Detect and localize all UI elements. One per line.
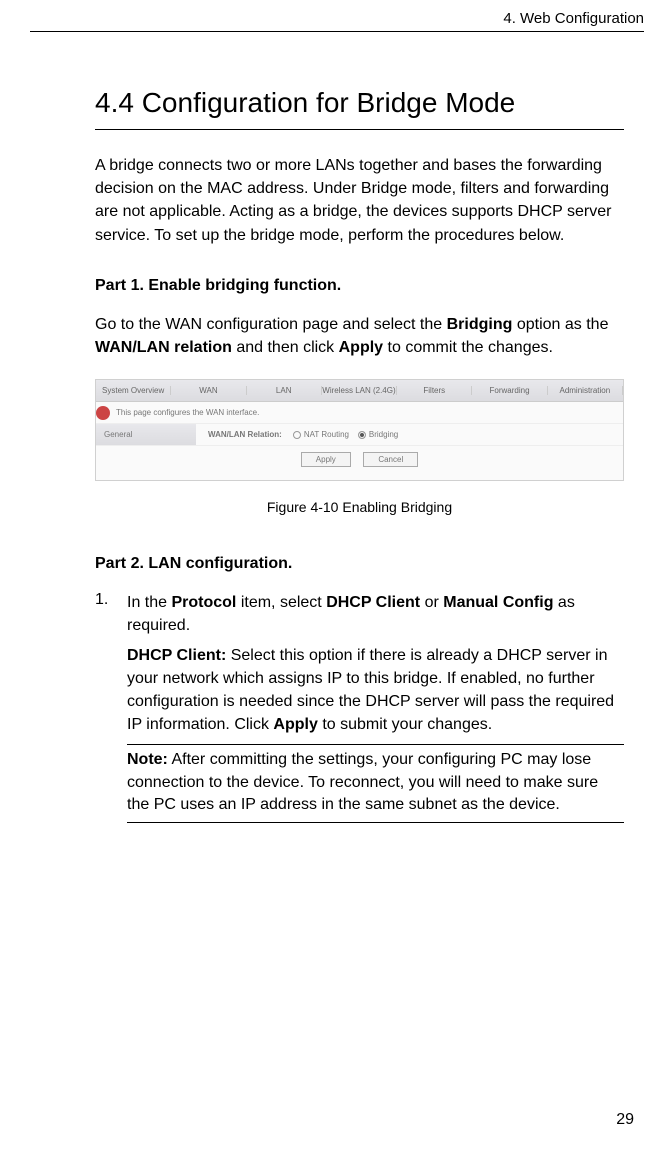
screenshot-desc-row: This page configures the WAN interface. xyxy=(96,402,623,424)
screenshot-row-label: General xyxy=(96,424,196,445)
screenshot-figure: System Overview WAN LAN Wireless LAN (2.… xyxy=(95,379,624,481)
radio-icon xyxy=(358,431,366,439)
list-bold: Protocol xyxy=(171,594,236,611)
header-divider xyxy=(30,31,644,32)
list-text: to submit your changes. xyxy=(318,716,492,733)
screenshot-cancel-button: Cancel xyxy=(363,452,418,467)
list-para: DHCP Client: Select this option if there… xyxy=(127,644,624,737)
screenshot-radio1: NAT Routing xyxy=(304,430,349,439)
screenshot-buttons: Apply Cancel xyxy=(96,446,623,467)
part1-text: Go to the WAN configuration page and sel… xyxy=(95,316,447,333)
part1-text: to commit the changes. xyxy=(383,339,553,356)
list-bold: Apply xyxy=(273,716,317,733)
screenshot-tab: WAN xyxy=(171,386,246,395)
figure-caption: Figure 4-10 Enabling Bridging xyxy=(95,499,624,515)
part1-text: and then click xyxy=(232,339,339,356)
screenshot-general-row: General WAN/LAN Relation: NAT Routing Br… xyxy=(96,424,623,446)
list-bold: DHCP Client: xyxy=(127,647,226,664)
screenshot-tab: Filters xyxy=(397,386,472,395)
list-bold: Manual Config xyxy=(443,594,553,611)
list-body: In the Protocol item, select DHCP Client… xyxy=(127,591,624,823)
list-number: 1. xyxy=(95,591,127,823)
part1-bold2: WAN/LAN relation xyxy=(95,339,232,356)
part1-bold1: Bridging xyxy=(447,316,513,333)
screenshot-desc-text: This page configures the WAN interface. xyxy=(116,408,259,417)
part2-list: 1. In the Protocol item, select DHCP Cli… xyxy=(95,591,624,823)
note-bold: Note: xyxy=(127,751,168,768)
list-text: item, select xyxy=(236,594,326,611)
radio-icon xyxy=(293,431,301,439)
list-item: 1. In the Protocol item, select DHCP Cli… xyxy=(95,591,624,823)
screenshot-tab: Forwarding xyxy=(472,386,547,395)
chapter-header: 4. Web Configuration xyxy=(0,0,654,27)
list-para: In the Protocol item, select DHCP Client… xyxy=(127,591,624,637)
screenshot-field-label: WAN/LAN Relation: xyxy=(208,430,282,439)
note-text: After committing the settings, your conf… xyxy=(127,751,598,813)
part1-bold3: Apply xyxy=(339,339,383,356)
part2-heading: Part 2. LAN configuration. xyxy=(95,555,624,573)
screenshot-row-content: WAN/LAN Relation: NAT Routing Bridging xyxy=(196,430,623,439)
page-number: 29 xyxy=(616,1111,634,1129)
info-icon xyxy=(96,406,110,420)
note-block: Note: After committing the settings, you… xyxy=(127,744,624,823)
title-divider xyxy=(95,129,624,130)
screenshot-tabs: System Overview WAN LAN Wireless LAN (2.… xyxy=(96,380,623,402)
screenshot-tab: System Overview xyxy=(96,386,171,395)
part1-text: option as the xyxy=(512,316,608,333)
screenshot-radio2: Bridging xyxy=(369,430,398,439)
screenshot-tab: LAN xyxy=(247,386,322,395)
list-text: In the xyxy=(127,594,171,611)
section-title: 4.4 Configuration for Bridge Mode xyxy=(95,87,624,119)
screenshot-tab: Wireless LAN (2.4G) xyxy=(322,386,397,395)
list-text: or xyxy=(420,594,443,611)
part1-body: Go to the WAN configuration page and sel… xyxy=(95,313,624,359)
screenshot-tab: Administration xyxy=(548,386,623,395)
intro-paragraph: A bridge connects two or more LANs toget… xyxy=(95,154,624,247)
screenshot-apply-button: Apply xyxy=(301,452,351,467)
part1-heading: Part 1. Enable bridging function. xyxy=(95,277,624,295)
list-bold: DHCP Client xyxy=(326,594,420,611)
